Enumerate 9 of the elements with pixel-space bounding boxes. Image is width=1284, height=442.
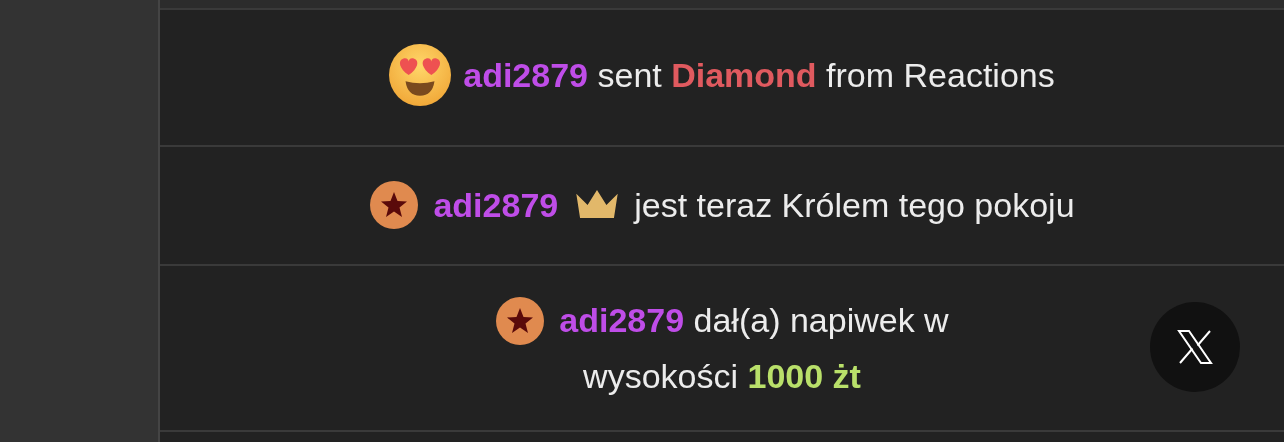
message-text: jest teraz Królem tego pokoju xyxy=(634,186,1075,224)
x-logo-icon xyxy=(1175,327,1215,367)
message-text: adi2879 sent Diamond from Reactions xyxy=(463,55,1055,94)
crown-icon xyxy=(574,188,621,220)
heart-eyes-emoji-icon xyxy=(389,43,452,106)
username[interactable]: adi2879 xyxy=(433,186,559,224)
message-text: adi2879 dał(a) napiwek w wysokości 1000 żt xyxy=(559,301,949,395)
star-badge-icon xyxy=(495,295,546,346)
star-badge-icon xyxy=(369,180,420,230)
